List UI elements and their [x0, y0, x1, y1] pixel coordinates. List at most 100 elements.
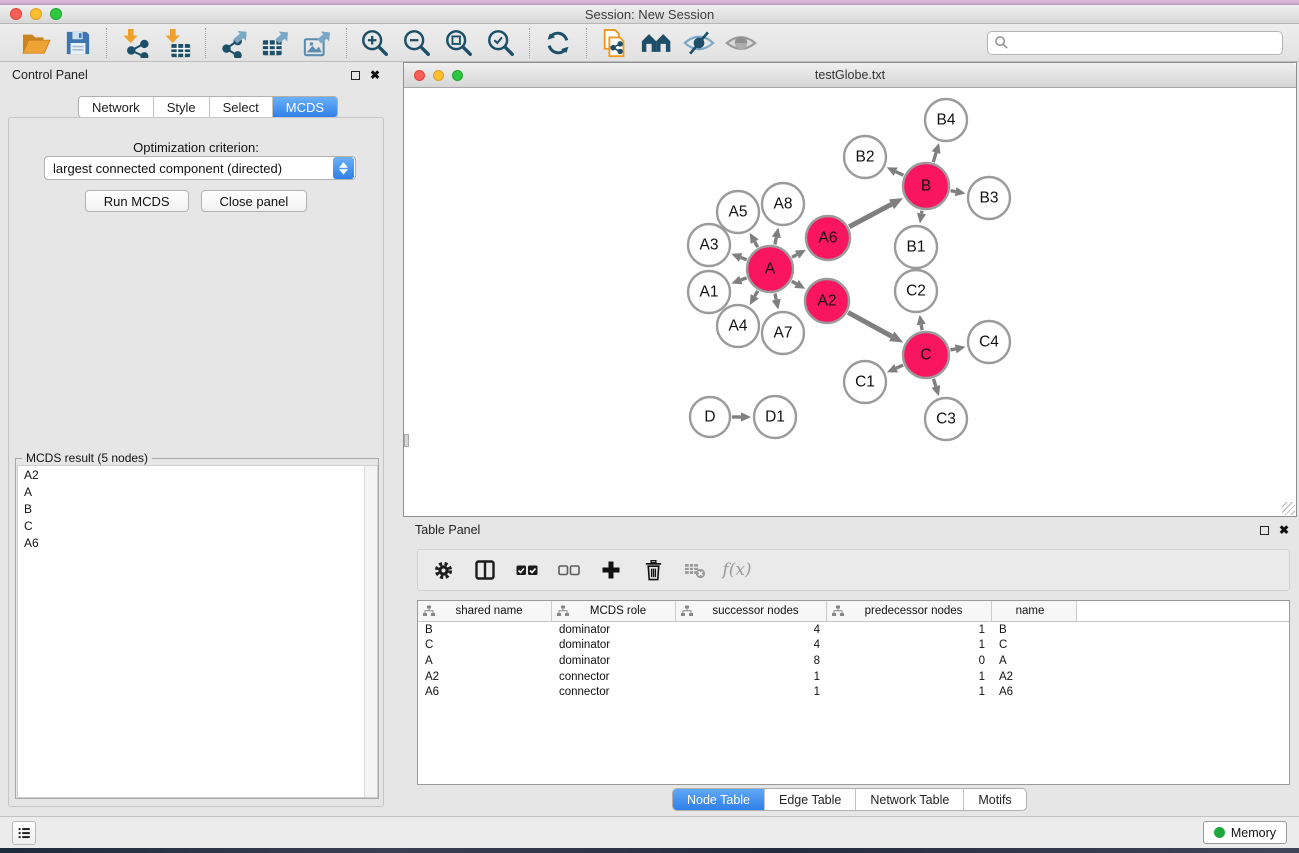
- table-row[interactable]: A2connector11A2: [418, 669, 1289, 685]
- resize-grip-icon[interactable]: [1282, 502, 1295, 515]
- export-network-icon[interactable]: [216, 27, 252, 59]
- table-row[interactable]: Cdominator41C: [418, 638, 1289, 654]
- search-input[interactable]: [1009, 36, 1276, 50]
- graph-edge-arrowhead: [731, 276, 742, 285]
- graph-node-label: B: [921, 178, 931, 195]
- graph-edge[interactable]: [755, 242, 758, 248]
- task-history-button[interactable]: [12, 821, 36, 845]
- control-panel-tabs: NetworkStyleSelectMCDS: [78, 96, 338, 118]
- graph-edge[interactable]: [951, 191, 956, 192]
- graph-edge[interactable]: [792, 281, 797, 284]
- criterion-dropdown[interactable]: largest connected component (directed): [44, 156, 356, 180]
- graph-edge[interactable]: [896, 365, 903, 368]
- result-item[interactable]: A6: [18, 534, 377, 551]
- zoom-in-icon[interactable]: [357, 27, 393, 59]
- cell-shared-name: A2: [418, 671, 552, 683]
- close-panel-icon[interactable]: ✖: [370, 69, 380, 81]
- new-network-from-selection-icon[interactable]: [597, 27, 633, 59]
- graph-node-label: C4: [979, 334, 999, 351]
- export-image-icon[interactable]: [300, 27, 336, 59]
- graph-edge[interactable]: [755, 291, 758, 297]
- tab-style[interactable]: Style: [154, 97, 210, 117]
- cell-name: A2: [992, 671, 1077, 683]
- close-table-panel-icon[interactable]: ✖: [1279, 524, 1289, 536]
- float-table-panel-icon[interactable]: [1260, 526, 1269, 535]
- app-titlebar[interactable]: Session: New Session: [0, 5, 1299, 24]
- window-edge-handle[interactable]: [404, 434, 409, 447]
- column-header-successor-nodes[interactable]: successor nodes: [676, 601, 827, 621]
- refresh-icon[interactable]: [540, 27, 576, 59]
- tab-select[interactable]: Select: [210, 97, 273, 117]
- save-session-icon[interactable]: [60, 27, 96, 59]
- import-table-icon[interactable]: [159, 27, 195, 59]
- table-row[interactable]: A6connector11A6: [418, 684, 1289, 700]
- tab-node-table[interactable]: Node Table: [673, 789, 765, 810]
- result-item[interactable]: A: [18, 483, 377, 500]
- zoom-fit-icon[interactable]: [441, 27, 477, 59]
- tab-network-table[interactable]: Network Table: [856, 789, 964, 810]
- split-panel-icon[interactable]: [474, 559, 496, 581]
- zoom-selected-icon[interactable]: [483, 27, 519, 59]
- result-item[interactable]: B: [18, 500, 377, 517]
- select-all-icon[interactable]: [516, 559, 538, 581]
- graph-node-label: C1: [855, 374, 875, 391]
- add-column-icon[interactable]: [600, 559, 622, 581]
- open-session-icon[interactable]: [18, 27, 54, 59]
- graph-edge[interactable]: [848, 312, 892, 336]
- graph-edge[interactable]: [775, 237, 776, 244]
- column-header-name[interactable]: name: [992, 601, 1077, 621]
- graph-edge[interactable]: [933, 379, 935, 387]
- graph-edge[interactable]: [921, 325, 922, 331]
- result-item[interactable]: C: [18, 517, 377, 534]
- cell-predecessor-nodes: 1: [827, 686, 992, 698]
- graph-edge[interactable]: [775, 293, 776, 299]
- mcds-result-list[interactable]: A2ABCA6: [17, 465, 378, 798]
- column-namespace-icon: [681, 605, 693, 617]
- deselect-all-icon[interactable]: [558, 559, 580, 581]
- first-neighbors-icon[interactable]: [639, 27, 675, 59]
- graph-edge[interactable]: [849, 204, 891, 226]
- column-header-predecessor-nodes[interactable]: predecessor nodes: [827, 601, 992, 621]
- export-table-icon[interactable]: [258, 27, 294, 59]
- cell-shared-name: B: [418, 624, 552, 636]
- table-row[interactable]: Adominator80A: [418, 653, 1289, 669]
- tab-edge-table[interactable]: Edge Table: [765, 789, 856, 810]
- tab-motifs[interactable]: Motifs: [964, 789, 1025, 810]
- result-scrollbar[interactable]: [364, 466, 377, 797]
- close-panel-button[interactable]: Close panel: [201, 190, 308, 212]
- graph-edge[interactable]: [896, 172, 904, 176]
- column-namespace-icon: [832, 605, 844, 617]
- network-canvas[interactable]: B4B2BB3A5A8A6B1A3AC2A1A2A4A7C4CC1C3DD1: [405, 88, 1295, 515]
- graph-edge[interactable]: [741, 257, 747, 259]
- hide-selected-icon[interactable]: [681, 27, 717, 59]
- tab-network[interactable]: Network: [79, 97, 154, 117]
- cell-MCDS-role: dominator: [552, 655, 676, 667]
- search-field[interactable]: [987, 31, 1283, 55]
- search-icon: [994, 35, 1009, 50]
- graph-edge[interactable]: [950, 349, 955, 350]
- table-panel: Table Panel ✖: [403, 517, 1299, 816]
- column-header-shared-name[interactable]: shared name: [418, 601, 552, 621]
- cell-name: A: [992, 655, 1077, 667]
- graph-node-label: A1: [700, 284, 719, 301]
- mcds-result-title: MCDS result (5 nodes): [22, 451, 152, 465]
- graph-edge[interactable]: [741, 278, 747, 280]
- delete-column-icon[interactable]: [642, 559, 664, 581]
- table-row[interactable]: Bdominator41B: [418, 622, 1289, 638]
- float-panel-icon[interactable]: [351, 71, 360, 80]
- run-mcds-button[interactable]: Run MCDS: [85, 190, 189, 212]
- cell-predecessor-nodes: 1: [827, 639, 992, 651]
- tab-mcds[interactable]: MCDS: [273, 97, 337, 117]
- node-table[interactable]: shared nameMCDS rolesuccessor nodesprede…: [417, 600, 1290, 785]
- column-header-MCDS-role[interactable]: MCDS role: [552, 601, 676, 621]
- cell-successor-nodes: 4: [676, 624, 827, 636]
- memory-button[interactable]: Memory: [1203, 821, 1287, 844]
- network-window-titlebar[interactable]: testGlobe.txt: [404, 63, 1296, 88]
- network-graph: B4B2BB3A5A8A6B1A3AC2A1A2A4A7C4CC1C3DD1: [405, 88, 1295, 515]
- result-item[interactable]: A2: [18, 466, 377, 483]
- zoom-out-icon[interactable]: [399, 27, 435, 59]
- settings-gear-icon[interactable]: [432, 559, 454, 581]
- graph-edge[interactable]: [792, 254, 797, 257]
- graph-edge[interactable]: [933, 153, 936, 163]
- import-network-icon[interactable]: [117, 27, 153, 59]
